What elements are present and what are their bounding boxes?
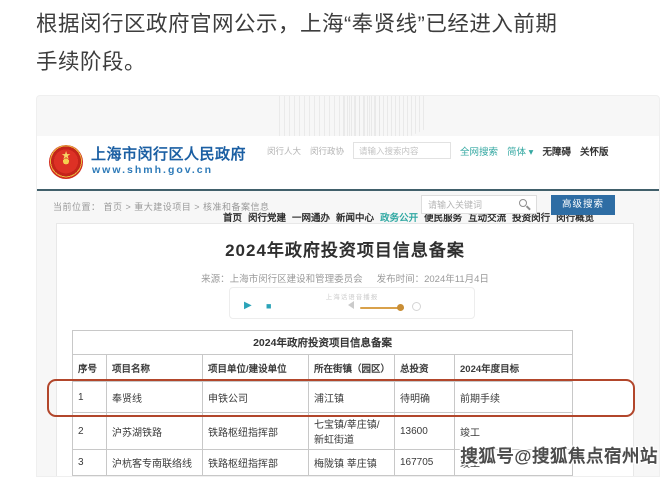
utility-bar: 闵行人大 闵行政协 全网搜索 简体 ▾ 无障碍 关怀版 [267, 142, 609, 159]
article-source: 来源：上海市闵行区建设和管理委员会 [201, 274, 363, 285]
caption-line-2: 手续阶段。 [36, 50, 147, 74]
table-cell: 梅陇镇 莘庄镇 [308, 449, 395, 476]
nav-item[interactable]: 政务公开 [380, 210, 418, 224]
table-cell: 七宝镇/莘庄镇/新虹街道 [308, 412, 395, 450]
table-header-cell: 2024年度目标 [453, 354, 574, 382]
nav-item[interactable]: 新闻中心 [336, 210, 374, 224]
site-title: 上海市闵行区人民政府 [91, 146, 247, 163]
table-cell: 沪苏湖铁路 [106, 412, 203, 450]
table-cell: 2 [72, 412, 107, 450]
site-search-button[interactable]: 全网搜索 [460, 144, 498, 158]
audio-player: 上海话语音播报 ▶ ■ [229, 287, 475, 319]
nav-divider [37, 189, 659, 191]
play-icon[interactable]: ▶ [244, 301, 252, 311]
language-select[interactable]: 简体 ▾ [507, 144, 533, 158]
volume-slider-handle[interactable] [397, 304, 404, 311]
magnifier-icon[interactable] [519, 199, 527, 207]
article-publish-date: 发布时间：2024年11月4日 [376, 274, 489, 285]
breadcrumb-path[interactable]: 当前位置： 首页 > 重大建设项目 > 核准和备案信息 [53, 200, 270, 213]
article-meta: 来源：上海市闵行区建设和管理委员会 发布时间：2024年11月4日 [57, 271, 633, 285]
speaker-icon [348, 301, 354, 309]
table-cell: 13600 [394, 412, 455, 450]
table-cell: 铁路枢纽指挥部 [202, 449, 309, 476]
table-header-cell: 项目名称 [106, 354, 203, 382]
article-title: 2024年政府投资项目信息备案 [225, 241, 465, 260]
highlight-annotation-box [47, 379, 635, 417]
audio-player-hint: 上海话语音播报 [325, 294, 379, 301]
link-zhengxie[interactable]: 闵行政协 [310, 145, 344, 157]
national-emblem-icon [49, 145, 83, 179]
link-renda[interactable]: 闵行人大 [267, 145, 301, 157]
caption-line-1: 根据闵行区政府官网公示，上海“奉贤线”已经进入前期 [36, 12, 558, 36]
table-caption: 2024年政府投资项目信息备案 [71, 330, 574, 355]
player-settings-icon[interactable] [412, 302, 421, 311]
table-header-cell: 总投资 [394, 354, 455, 382]
site-header: 上海市闵行区人民政府 www.shmh.gov.cn 闵行人大 闵行政协 全网搜… [37, 136, 659, 224]
accessibility-link[interactable]: 无障碍 [542, 144, 571, 158]
table-header-cell: 项目单位/建设单位 [202, 354, 309, 382]
article-card: 2024年政府投资项目信息备案 来源：上海市闵行区建设和管理委员会 发布时间：2… [56, 223, 634, 476]
site-search-input[interactable] [353, 142, 452, 159]
care-version-link[interactable]: 关怀版 [580, 144, 609, 158]
main-nav: 首页 闵行党建 一网通办 新闻中心 政务公开 便民服务 互动交流 投资闵行 闵行概览 [223, 210, 594, 224]
table-cell: 3 [72, 449, 107, 476]
advanced-search-button[interactable]: 高级搜索 [551, 195, 615, 215]
table-header-cell: 序号 [72, 354, 107, 382]
table-header-cell: 所在街镇（园区） [308, 354, 395, 382]
table-cell: 167705 [394, 449, 455, 476]
sohu-watermark: 搜狐号@搜狐焦点宿州站 [460, 446, 658, 466]
article-caption: 根据闵行区政府官网公示，上海“奉贤线”已经进入前期 手续阶段。 [36, 5, 636, 81]
stop-icon[interactable]: ■ [266, 301, 271, 311]
table-cell: 沪杭客专南联络线 [106, 449, 203, 476]
gov-site-screenshot: 上海市闵行区人民政府 www.shmh.gov.cn 闵行人大 闵行政协 全网搜… [36, 95, 660, 477]
site-url: www.shmh.gov.cn [92, 164, 214, 176]
nav-item[interactable]: 一网通办 [292, 210, 330, 224]
table-cell: 铁路枢纽指挥部 [202, 412, 309, 450]
